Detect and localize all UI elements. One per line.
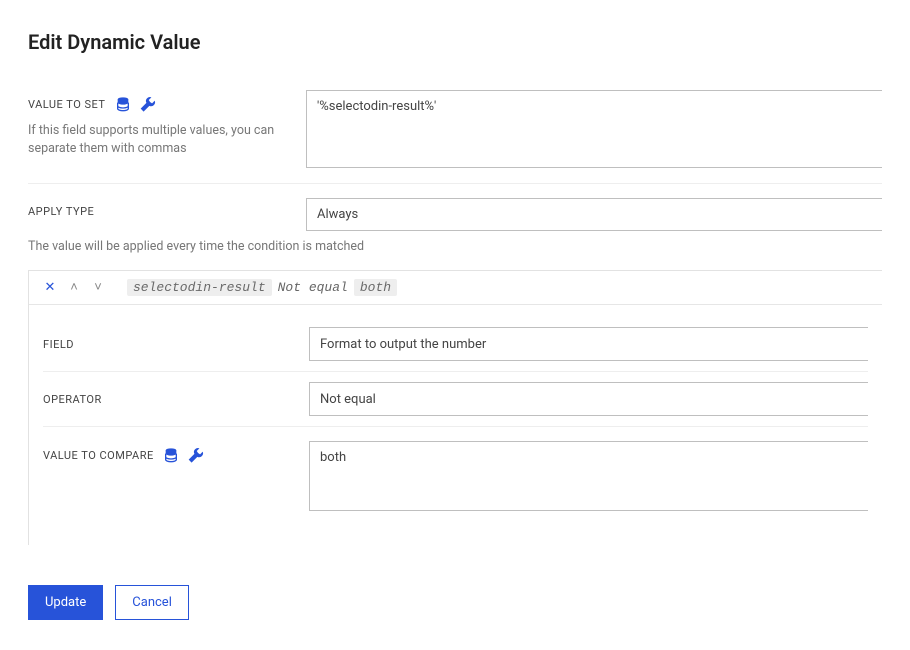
condition-summary-field: selectodin-result [127,279,272,296]
value-to-set-input[interactable] [306,90,882,168]
wrench-icon[interactable] [140,96,156,112]
update-button[interactable]: Update [28,585,103,620]
condition-panel: ✕ ˄ ˅ selectodin-result Not equal both F… [28,270,882,545]
apply-type-select[interactable] [306,198,882,231]
divider [28,183,882,184]
value-to-set-label: VALUE TO SET [28,98,105,111]
chevron-down-icon[interactable]: ˅ [89,280,107,295]
page-title: Edit Dynamic Value [28,30,882,54]
condition-summary-operator: Not equal [278,280,348,295]
condition-operator-label: OPERATOR [43,393,102,406]
close-icon[interactable]: ✕ [41,280,59,295]
condition-compare-label: VALUE TO COMPARE [43,449,154,462]
database-icon[interactable] [115,96,131,112]
condition-operator-select[interactable] [309,382,868,416]
apply-type-label: APPLY TYPE [28,205,94,218]
apply-type-help: The value will be applied every time the… [28,239,882,254]
condition-field-select[interactable] [309,327,868,361]
value-to-set-help: If this field supports multiple values, … [28,122,288,157]
database-icon[interactable] [163,447,179,463]
chevron-up-icon[interactable]: ˄ [65,280,83,295]
condition-summary-value: both [354,279,397,296]
condition-field-label: FIELD [43,338,74,351]
cancel-button[interactable]: Cancel [115,585,189,620]
wrench-icon[interactable] [188,447,204,463]
condition-compare-input[interactable] [309,441,868,511]
